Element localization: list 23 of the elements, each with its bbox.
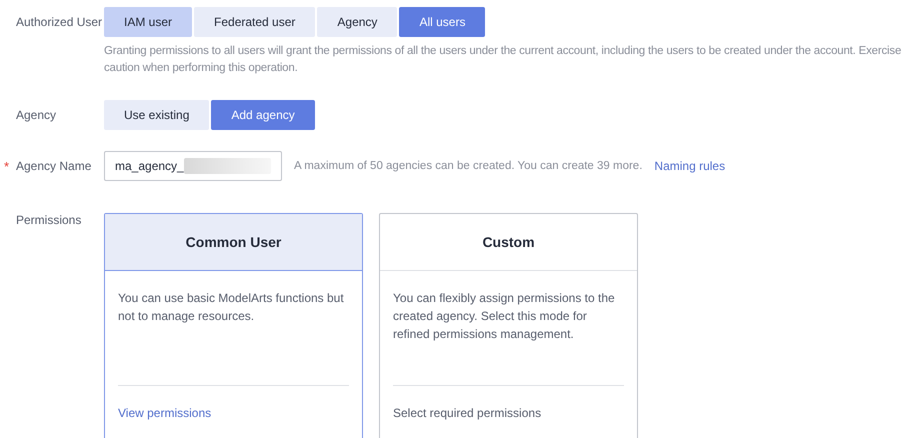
segment-option[interactable]: Add agency — [211, 100, 315, 130]
permission-card[interactable]: Common User You can use basic ModelArts functions but not to manage resources. View permissions — [104, 213, 363, 438]
segment-option[interactable]: Agency — [317, 7, 398, 37]
field-label: Agency Name — [16, 159, 92, 173]
field-label: Agency — [16, 107, 58, 124]
naming-rules-link[interactable]: Naming rules — [654, 159, 726, 173]
view-permissions-link[interactable]: View permissions — [118, 406, 212, 420]
card-title: Common User — [105, 214, 362, 271]
field-label: Authorized User — [16, 14, 104, 31]
card-footer-text: Select required permissions — [393, 406, 542, 420]
limit-hint: A maximum of 50 agencies can be created. You can create 39 more. — [294, 160, 642, 172]
warning-hint: Granting permissions to all users will grant the permissions of all the users under the current account, including the users to be created under the account. Exercise caution when performing this operation. — [104, 44, 902, 76]
card-description: You can flexibly assign permissions to the created agency. Select this mode for refined permissions management. — [392, 290, 616, 343]
segment-option[interactable]: All users — [399, 7, 486, 37]
card-description: You can use basic ModelArts functions but not to manage resources. — [117, 290, 345, 325]
segment-option[interactable]: IAM user — [104, 7, 192, 37]
segment-option[interactable]: Federated user — [194, 7, 316, 37]
field-label: Permissions — [16, 213, 82, 229]
segment-option[interactable]: Use existing — [104, 100, 210, 130]
required-asterisk: * — [4, 158, 10, 174]
card-title: Custom — [380, 214, 637, 271]
agency-name-field[interactable]: ma_agency_ — [104, 151, 282, 181]
permission-card[interactable]: Custom You can flexibly assign permissions to the created agency. Select this mode for refined permissions management. Select required permissions — [379, 213, 638, 438]
